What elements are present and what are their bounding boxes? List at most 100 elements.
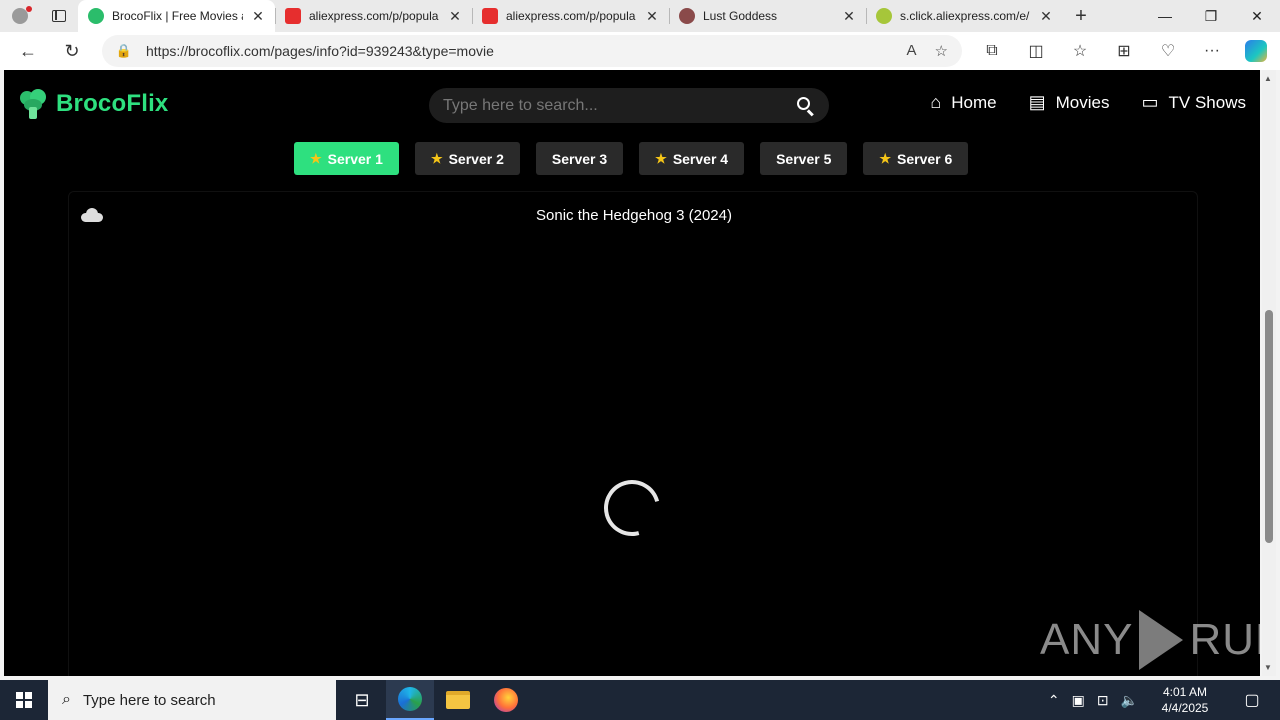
tab-title: s.click.aliexpress.com/e/ — [900, 9, 1030, 23]
browser-tab-1[interactable]: aliexpress.com/p/popula ✕ — [275, 0, 472, 32]
site-favicon-icon — [679, 8, 695, 24]
tab-title: aliexpress.com/p/popula — [506, 9, 636, 23]
close-window-icon[interactable]: ✕ — [1234, 0, 1280, 32]
web-page: BrocoFlix ⌂ Home ▤ Movies ▭ TV Shows ★ S… — [4, 70, 1260, 676]
address-bar[interactable]: 🔒 https://brocoflix.com/pages/info?id=93… — [102, 35, 962, 67]
minimize-icon[interactable]: — — [1142, 0, 1188, 32]
collections-icon[interactable]: ⊞ — [1102, 32, 1146, 70]
search-input[interactable] — [443, 96, 797, 115]
taskbar-search[interactable]: ⌕ Type here to search — [48, 680, 336, 720]
folder-icon — [446, 691, 470, 709]
browser-tab-strip: BrocoFlix | Free Movies and ✕ aliexpress… — [0, 0, 1280, 32]
back-arrow-icon[interactable]: ← — [6, 32, 50, 70]
device-icon[interactable]: ▣ — [1072, 692, 1085, 709]
server-5-button[interactable]: Server 5 — [760, 142, 848, 175]
extensions-icon[interactable]: ⧉ — [970, 32, 1014, 70]
film-icon: ▤ — [1028, 92, 1046, 112]
chevron-up-icon[interactable]: ⌃ — [1048, 692, 1060, 709]
refresh-icon[interactable]: ↻ — [50, 32, 94, 70]
nav-home[interactable]: ⌂ Home — [930, 92, 996, 113]
new-tab-button[interactable]: + — [1063, 0, 1099, 32]
scroll-up-icon[interactable]: ▲ — [1264, 74, 1272, 83]
browser-toolbar: ← ↻ 🔒 https://brocoflix.com/pages/info?i… — [0, 32, 1280, 70]
taskbar-clock[interactable]: 4:01 AM 4/4/2025 — [1150, 684, 1220, 716]
nav-label: Home — [951, 92, 997, 112]
scrollbar-thumb[interactable] — [1265, 310, 1273, 543]
close-tab-icon[interactable]: ✕ — [842, 8, 856, 25]
more-options-icon[interactable]: ··· — [1190, 32, 1234, 70]
server-label: Server 3 — [551, 150, 608, 167]
favorites-icon[interactable]: ☆ — [1058, 32, 1102, 70]
browser-tab-0[interactable]: BrocoFlix | Free Movies and ✕ — [78, 0, 275, 32]
nav-tv-shows[interactable]: ▭ TV Shows — [1142, 92, 1247, 113]
url-text: https://brocoflix.com/pages/info?id=9392… — [146, 43, 494, 59]
server-label: Server 1 — [327, 150, 383, 167]
network-icon[interactable]: ⊡ — [1097, 692, 1109, 709]
firefox-icon — [494, 688, 518, 712]
watermark-text-right: RUN — [1189, 615, 1260, 664]
site-logo[interactable]: BrocoFlix — [18, 89, 168, 119]
notifications-icon[interactable]: ▢ — [1232, 690, 1272, 710]
server-4-button[interactable]: ★ Server 4 — [639, 142, 745, 175]
windows-taskbar: ⌕ Type here to search ⊟ ⌃ ▣ ⊡ 🔈 4:01 AM … — [0, 680, 1280, 720]
search-icon[interactable] — [797, 96, 815, 116]
favorite-star-icon[interactable]: ☆ — [935, 42, 948, 60]
tab-actions-button[interactable] — [40, 0, 78, 32]
star-icon: ★ — [879, 150, 892, 166]
start-button[interactable] — [0, 680, 48, 720]
server-3-button[interactable]: Server 3 — [535, 142, 624, 175]
tv-icon: ▭ — [1141, 92, 1159, 112]
aliexpress-favicon-icon — [285, 8, 301, 24]
server-2-button[interactable]: ★ Server 2 — [414, 142, 520, 175]
copilot-icon[interactable] — [1245, 40, 1267, 62]
close-tab-icon[interactable]: ✕ — [448, 8, 462, 25]
broccoli-favicon-icon — [88, 8, 104, 24]
scroll-down-icon[interactable]: ▼ — [1264, 663, 1272, 672]
split-screen-icon[interactable]: ◫ — [1014, 32, 1058, 70]
brand-name: BrocoFlix — [56, 90, 169, 117]
nav-label: Movies — [1055, 92, 1110, 112]
edge-taskbar-button[interactable] — [386, 680, 434, 720]
notification-dot — [26, 6, 32, 12]
browser-tab-2[interactable]: aliexpress.com/p/popula ✕ — [472, 0, 669, 32]
search-icon: ⌕ — [62, 691, 71, 708]
tab-title: Lust Goddess — [703, 9, 778, 23]
watermark-text-left: ANY — [1040, 615, 1134, 664]
server-label: Server 2 — [448, 150, 504, 167]
lock-icon[interactable]: 🔒 — [102, 43, 146, 59]
leaf-favicon-icon — [876, 8, 892, 24]
server-1-button[interactable]: ★ Server 1 — [294, 142, 399, 175]
profile-button[interactable] — [0, 0, 40, 32]
nav-label: TV Shows — [1168, 92, 1246, 112]
site-search — [429, 88, 829, 123]
page-scrollbar[interactable]: ▲ ▼ — [1262, 70, 1276, 676]
browser-essentials-icon[interactable]: ♡ — [1146, 32, 1190, 70]
task-view-icon[interactable]: ⊟ — [338, 680, 386, 720]
volume-icon[interactable]: 🔈 — [1121, 692, 1138, 709]
server-6-button[interactable]: ★ Server 6 — [863, 142, 969, 175]
home-icon: ⌂ — [930, 92, 942, 112]
close-tab-icon[interactable]: ✕ — [645, 8, 659, 25]
site-header: BrocoFlix ⌂ Home ▤ Movies ▭ TV Shows — [4, 70, 1260, 140]
main-nav: ⌂ Home ▤ Movies ▭ TV Shows — [930, 92, 1246, 113]
browser-tab-4[interactable]: s.click.aliexpress.com/e/ ✕ — [866, 0, 1063, 32]
firefox-button[interactable] — [482, 680, 530, 720]
tab-title: BrocoFlix | Free Movies and — [112, 9, 243, 23]
clock-date: 4/4/2025 — [1161, 701, 1209, 715]
read-aloud-icon[interactable]: A — [907, 42, 917, 60]
file-explorer-button[interactable] — [434, 680, 482, 720]
server-label: Server 4 — [672, 150, 729, 167]
restore-icon[interactable]: ❐ — [1188, 0, 1234, 32]
taskbar-search-placeholder: Type here to search — [82, 691, 216, 709]
close-tab-icon[interactable]: ✕ — [1039, 8, 1053, 25]
star-icon: ★ — [655, 150, 667, 166]
server-label: Server 5 — [776, 150, 832, 167]
close-tab-icon[interactable]: ✕ — [251, 8, 265, 25]
video-player[interactable]: Sonic the Hedgehog 3 (2024) — [68, 191, 1198, 676]
aliexpress-favicon-icon — [482, 8, 498, 24]
nav-movies[interactable]: ▤ Movies — [1029, 92, 1110, 113]
browser-tab-3[interactable]: Lust Goddess ✕ — [669, 0, 866, 32]
play-triangle-icon — [1139, 610, 1184, 670]
loading-spinner — [593, 469, 671, 547]
window-controls: — ❐ ✕ — [1142, 0, 1280, 32]
